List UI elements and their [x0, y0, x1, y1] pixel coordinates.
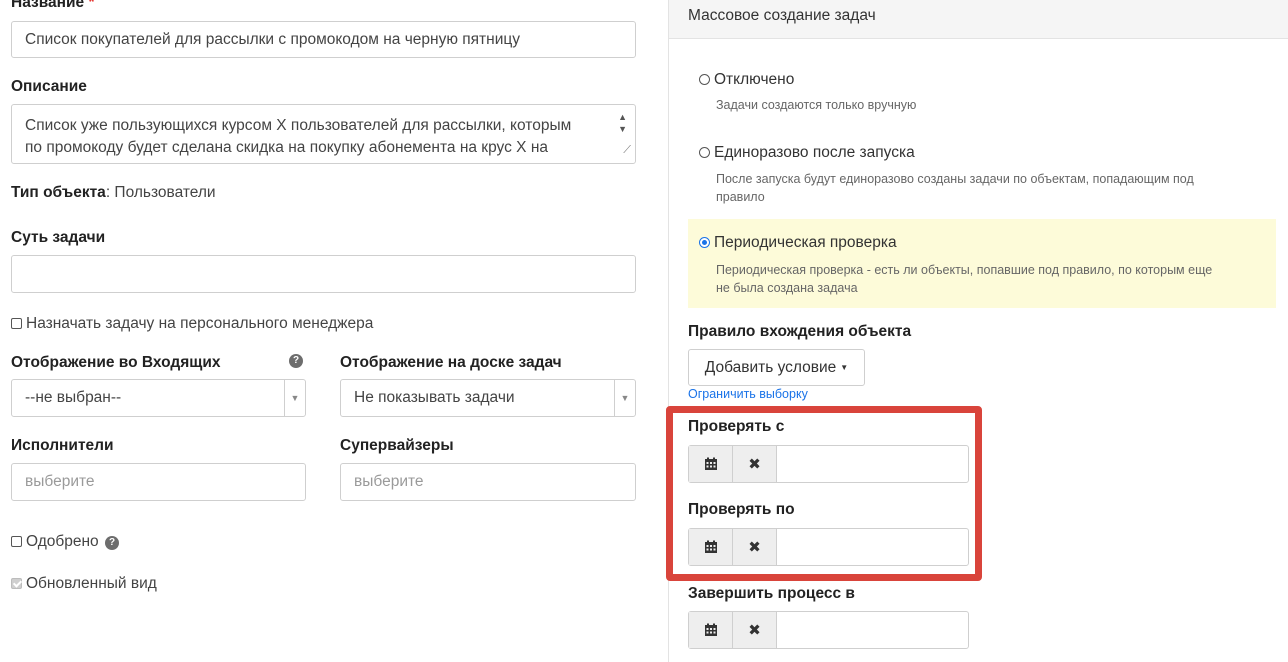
finish-date-input[interactable]: ✖ [688, 611, 969, 649]
task-essence-label: Суть задачи [11, 229, 106, 246]
supervisors-label: Супервайзеры [340, 437, 454, 454]
check-to-date-input[interactable]: ✖ [688, 528, 969, 566]
description-label: Описание [11, 78, 87, 95]
radio-disabled-circle[interactable] [699, 74, 710, 85]
name-input-value: Список покупателей для рассылки с промок… [25, 30, 520, 48]
finish-field[interactable] [777, 612, 968, 648]
executors-input[interactable]: выберите [11, 463, 306, 501]
radio-once-label: Единоразово после запуска [714, 144, 915, 161]
rule-label: Правило вхождения объекта [688, 323, 912, 340]
name-input[interactable]: Список покупателей для рассылки с промок… [11, 21, 636, 58]
radio-periodic-hint: Периодическая проверка - есть ли объекты… [716, 261, 1276, 297]
radio-periodic-hint-line2: не была создана задача [716, 281, 858, 295]
approved-checkbox[interactable]: Одобрено ? [11, 533, 119, 551]
radio-periodic-circle[interactable] [699, 237, 710, 248]
supervisors-input[interactable]: выберите [340, 463, 636, 501]
calendar-icon[interactable] [689, 529, 733, 565]
check-to-field[interactable] [777, 529, 968, 565]
board-display-value: Не показывать задачи [354, 389, 515, 406]
mass-creation-panel: Массовое создание задач Отключено Задачи… [666, 0, 1288, 662]
radio-disabled[interactable]: Отключено [699, 71, 794, 89]
radio-once-circle[interactable] [699, 147, 710, 158]
radio-once-hint: После запуска будут единоразово созданы … [716, 170, 1276, 206]
radio-periodic-hint-line1: Периодическая проверка - есть ли объекты… [716, 263, 1213, 277]
add-condition-label: Добавить условие [704, 358, 837, 376]
chevron-down-icon: ▼ [614, 380, 635, 416]
check-from-label: Проверять с [688, 418, 785, 435]
assign-manager-checkbox[interactable]: Назначать задачу на персонального менедж… [11, 315, 373, 333]
radio-once-hint-line1: После запуска будут единоразово созданы … [716, 172, 1194, 186]
help-icon[interactable]: ? [289, 354, 303, 368]
object-type: Тип объекта: Пользователи [11, 184, 216, 202]
description-textarea[interactable]: Список уже пользующихся курсом X пользов… [11, 104, 636, 164]
calendar-icon[interactable] [689, 612, 733, 648]
caret-down-icon: ▼ [840, 363, 849, 372]
panel-title: Массовое создание задач [688, 7, 876, 24]
description-line-1: Список уже пользующихся курсом X пользов… [25, 117, 572, 134]
board-display-label: Отображение на доске задач [340, 354, 562, 371]
assign-manager-box[interactable] [11, 318, 22, 329]
object-type-label: Тип объекта [11, 184, 106, 201]
textarea-scroll-arrows[interactable]: ▲ ▼ [618, 111, 627, 135]
clear-icon[interactable]: ✖ [733, 446, 777, 482]
approved-label: Одобрено [26, 533, 99, 550]
check-from-date-input[interactable]: ✖ [688, 445, 969, 483]
executors-label: Исполнители [11, 437, 114, 454]
updated-view-box[interactable] [11, 578, 22, 589]
required-mark: * [88, 0, 95, 11]
assign-manager-label: Назначать задачу на персонального менедж… [26, 315, 374, 332]
description-line-2: по промокоду будет сделана скидка на пок… [25, 139, 548, 156]
add-condition-button[interactable]: Добавить условие ▼ [688, 349, 865, 386]
radio-once-hint-line2: правило [716, 190, 765, 204]
board-display-select[interactable]: Не показывать задачи ▼ [340, 379, 636, 417]
radio-periodic-label: Периодическая проверка [714, 234, 897, 251]
finish-label: Завершить процесс в [688, 585, 855, 602]
name-label-text: Название [11, 0, 85, 11]
chevron-down-icon: ▼ [284, 380, 305, 416]
approved-box[interactable] [11, 536, 22, 547]
inbox-display-value: --не выбран-- [25, 389, 122, 406]
check-from-field[interactable] [777, 446, 968, 482]
name-label: Название * [11, 0, 95, 12]
inbox-display-label: Отображение во Входящих [11, 354, 221, 371]
inbox-display-select[interactable]: --не выбран-- ▼ [11, 379, 306, 417]
executors-placeholder: выберите [25, 473, 95, 490]
updated-view-checkbox[interactable]: Обновленный вид [11, 575, 157, 593]
radio-periodic[interactable]: Периодическая проверка [699, 234, 897, 252]
updated-view-label: Обновленный вид [26, 575, 157, 592]
supervisors-placeholder: выберите [354, 473, 424, 490]
radio-disabled-hint: Задачи создаются только вручную [716, 98, 917, 112]
limit-selection-link[interactable]: Ограничить выборку [688, 387, 808, 401]
radio-once[interactable]: Единоразово после запуска [699, 144, 915, 162]
help-icon[interactable]: ? [105, 536, 119, 550]
radio-disabled-label: Отключено [714, 71, 795, 88]
calendar-icon[interactable] [689, 446, 733, 482]
clear-icon[interactable]: ✖ [733, 612, 777, 648]
task-essence-input[interactable] [11, 255, 636, 293]
check-to-label: Проверять по [688, 501, 795, 518]
clear-icon[interactable]: ✖ [733, 529, 777, 565]
object-type-value: : Пользователи [105, 184, 216, 201]
textarea-resize-handle[interactable]: ⟋ [623, 139, 631, 161]
